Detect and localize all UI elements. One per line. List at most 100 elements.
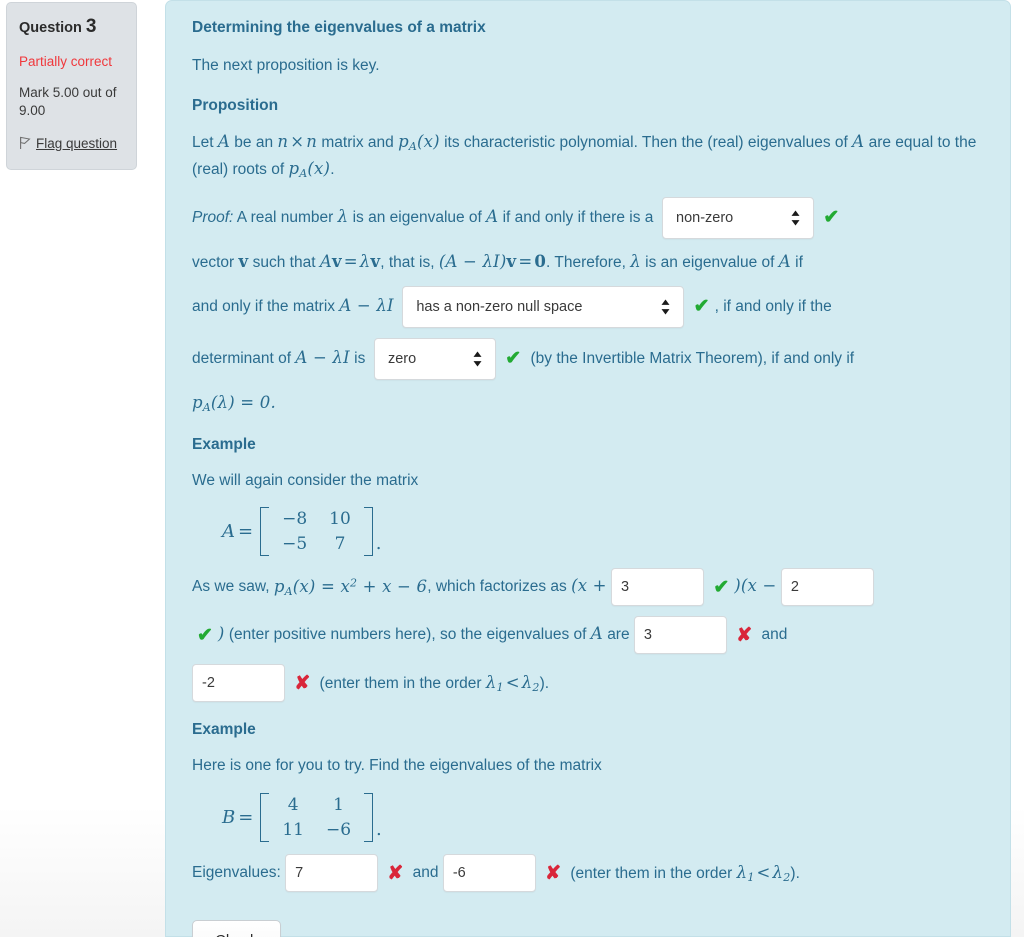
question-page: Question 3 Partially correct Mark 5.00 o… — [0, 0, 1024, 937]
matrix-B-grid: 4 1 11 −6 — [271, 793, 362, 843]
chevron-updown-icon — [790, 209, 801, 226]
prop-var-n1: n — [277, 132, 289, 152]
are-text: are — [607, 626, 630, 644]
proof-line-2: vector v such that Av = λv, that is, (A − … — [192, 249, 988, 276]
order-close-1: ). — [539, 674, 550, 692]
matrix-B-cell-1-0: 11 — [282, 819, 304, 840]
matrix-B-cell-0-0: 4 — [287, 794, 299, 815]
matrix-A: A = −8 10 −5 7 . — [222, 506, 382, 557]
order-lt-1: < — [505, 672, 520, 692]
intro-text: The next proposition is key. — [192, 57, 380, 74]
matrix-B-equals: = — [238, 807, 254, 829]
matrix-A-cell-0-1: 10 — [329, 508, 351, 529]
proposition-text: Let A be an n × n matrix and pA(x) its cha… — [192, 129, 988, 183]
matrix-A-grid: −8 10 −5 7 — [271, 507, 362, 557]
proof-final-expr: pA(λ) = 0. — [192, 392, 276, 414]
eigenvalue-a-input-1-incorrect-icon: ✘ — [736, 624, 753, 646]
proof-eq1: = — [343, 251, 358, 271]
factor-input-2[interactable] — [780, 568, 874, 607]
matrix-A-cell-0-0: −8 — [282, 508, 308, 529]
order-hint-open-1: (enter them in the order — [319, 674, 486, 692]
proof-line-1: Proof: A real number λ is an eigenvalue … — [192, 196, 988, 239]
matrix-B-cell-0-1: 1 — [333, 794, 344, 815]
proof-s4: vector — [192, 253, 239, 271]
question-label: Question — [19, 20, 82, 36]
eigenvalue-a-input-2[interactable] — [192, 664, 285, 703]
proof-vec-v1: v — [238, 251, 249, 271]
matrix-B-period: . — [376, 819, 382, 841]
eigenvalue-b-input-2-incorrect-icon: ✘ — [545, 862, 562, 884]
proof-line-3: and only if the matrix A − λI has a non-… — [192, 285, 988, 328]
matrix-A-row-1: −5 7 — [271, 532, 362, 557]
factor-input-1-correct-icon: ✔ — [713, 576, 730, 598]
proof-expr: (A − λI) — [438, 251, 507, 271]
proof-eq2: = — [518, 251, 533, 271]
flag-question-link[interactable]: Flag question — [19, 135, 126, 155]
order-lambda-1a: λ1 — [486, 673, 504, 694]
prop-p2: p — [288, 159, 300, 178]
proof-s5: such that — [248, 253, 320, 271]
factor-input-2-correct-icon: ✔ — [197, 624, 213, 646]
question-state: Partially correct — [19, 53, 113, 69]
order-close-2: ). — [790, 864, 800, 882]
null-space-select[interactable]: has a non-zero null space — [402, 285, 685, 328]
null-space-select-value: has a non-zero null space — [416, 298, 583, 315]
order-sub1b: 1 — [747, 870, 755, 884]
eigenvalues-A-line-2: ✘ (enter them in the order λ1<λ2). — [192, 664, 988, 703]
eigenvalue-a-input-2-incorrect-icon: ✘ — [294, 672, 311, 694]
matrix-A-label: A — [222, 521, 235, 543]
question-number: 3 — [85, 16, 97, 37]
proof-zero-bold: 0 — [534, 251, 547, 271]
proof-label: Proof: — [192, 208, 234, 226]
proof-final-p: p — [192, 392, 203, 412]
matrix-B-label: B — [222, 807, 236, 829]
determinant-select-value: zero — [387, 350, 417, 367]
poly-tail: + x − 6 — [357, 576, 428, 596]
factor-mid-paren: )(x − — [734, 576, 777, 596]
eigenvalue-b-input-1[interactable] — [285, 854, 379, 893]
matrix-A-left-bracket — [260, 506, 270, 557]
prop-t2: be an — [229, 134, 278, 152]
order-lambda-1b: λ1 — [737, 863, 755, 884]
question-grade: Mark 5.00 out of 9.00 — [19, 85, 117, 119]
proof-AlI-2: A − λI — [295, 347, 350, 367]
prop-poly-p: pA(x) — [398, 132, 440, 154]
prop-p-arg: (x) — [416, 132, 440, 152]
order-hint-2: (enter them in the order λ1 < λ2). — [570, 862, 800, 884]
prop-t6: . — [330, 161, 335, 178]
prop-t3: matrix and — [317, 134, 399, 152]
non-zero-select[interactable]: non-zero — [662, 196, 815, 239]
determinant-select[interactable]: zero — [373, 337, 496, 380]
order-lambda-2a: λ2 — [522, 673, 540, 694]
eigenvalue-b-input-2[interactable] — [442, 854, 536, 893]
order-lambda-2b: λ2 — [772, 862, 791, 884]
factor-close-paren: ) — [217, 624, 225, 644]
eigenvalues-label: Eigenvalues: — [192, 864, 281, 882]
prop-p: p — [398, 132, 409, 152]
question-number-heading: Question 3 — [19, 16, 126, 38]
chevron-updown-icon — [660, 298, 671, 315]
question-content-panel: Determining the eigenvalues of a matrix … — [165, 0, 1011, 937]
prop-t1: Let — [192, 134, 218, 152]
proof-s1: A real number — [233, 208, 338, 226]
proof-s7: . Therefore, — [546, 253, 631, 271]
eigenvalue-b-input-1-incorrect-icon: ✘ — [387, 862, 404, 884]
factor-input-1[interactable] — [611, 568, 705, 607]
order-lam2b: λ — [772, 862, 784, 882]
proof-lam2: λ — [359, 251, 371, 271]
factor-open-paren: (x + — [571, 576, 607, 596]
chevron-updown-icon — [472, 350, 483, 367]
proof-final-sub: A — [202, 400, 211, 414]
poly-expr: pA(x) = x2 + x − 6 — [274, 576, 428, 598]
poly-p-sub: A — [284, 584, 293, 598]
prop-p-sub: A — [408, 140, 417, 154]
matrix-B-left-bracket — [260, 792, 270, 843]
matrix-A-right-bracket — [363, 506, 373, 557]
proof-final-rest: (λ) = 0. — [210, 392, 276, 412]
eigenvalue-a-input-1[interactable] — [633, 616, 727, 655]
matrix-B-cell-1-1: −6 — [325, 819, 352, 840]
proof-s11: , if and only if the — [714, 297, 832, 315]
matrix-B-right-bracket — [364, 792, 374, 843]
check-button[interactable]: Check — [192, 920, 281, 937]
saw-text-2: , which factorizes as — [427, 578, 572, 596]
